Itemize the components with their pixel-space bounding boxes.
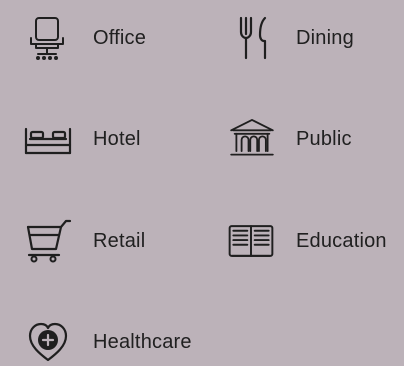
category-hotel[interactable]: Hotel [22, 115, 172, 163]
category-label: Education [296, 230, 387, 252]
category-label: Healthcare [93, 331, 192, 353]
office-chair-icon [22, 14, 74, 62]
category-retail[interactable]: Retail [22, 217, 172, 265]
bed-icon [22, 115, 74, 163]
category-grid: Office Dining Hotel Public Retail Educat… [0, 0, 404, 362]
category-label: Retail [93, 230, 146, 252]
category-label: Hotel [93, 128, 141, 150]
open-book-icon [225, 217, 277, 265]
category-public[interactable]: Public [226, 115, 386, 163]
shopping-cart-icon [22, 217, 74, 265]
category-education[interactable]: Education [225, 217, 400, 265]
category-dining[interactable]: Dining [231, 14, 381, 62]
category-label: Dining [296, 27, 354, 49]
category-office[interactable]: Office [22, 14, 172, 62]
category-healthcare[interactable]: Healthcare [22, 318, 207, 366]
fork-knife-icon [231, 14, 283, 62]
heart-cross-icon [22, 318, 74, 366]
public-building-icon [226, 115, 278, 163]
category-label: Public [296, 128, 352, 150]
category-label: Office [93, 27, 147, 49]
